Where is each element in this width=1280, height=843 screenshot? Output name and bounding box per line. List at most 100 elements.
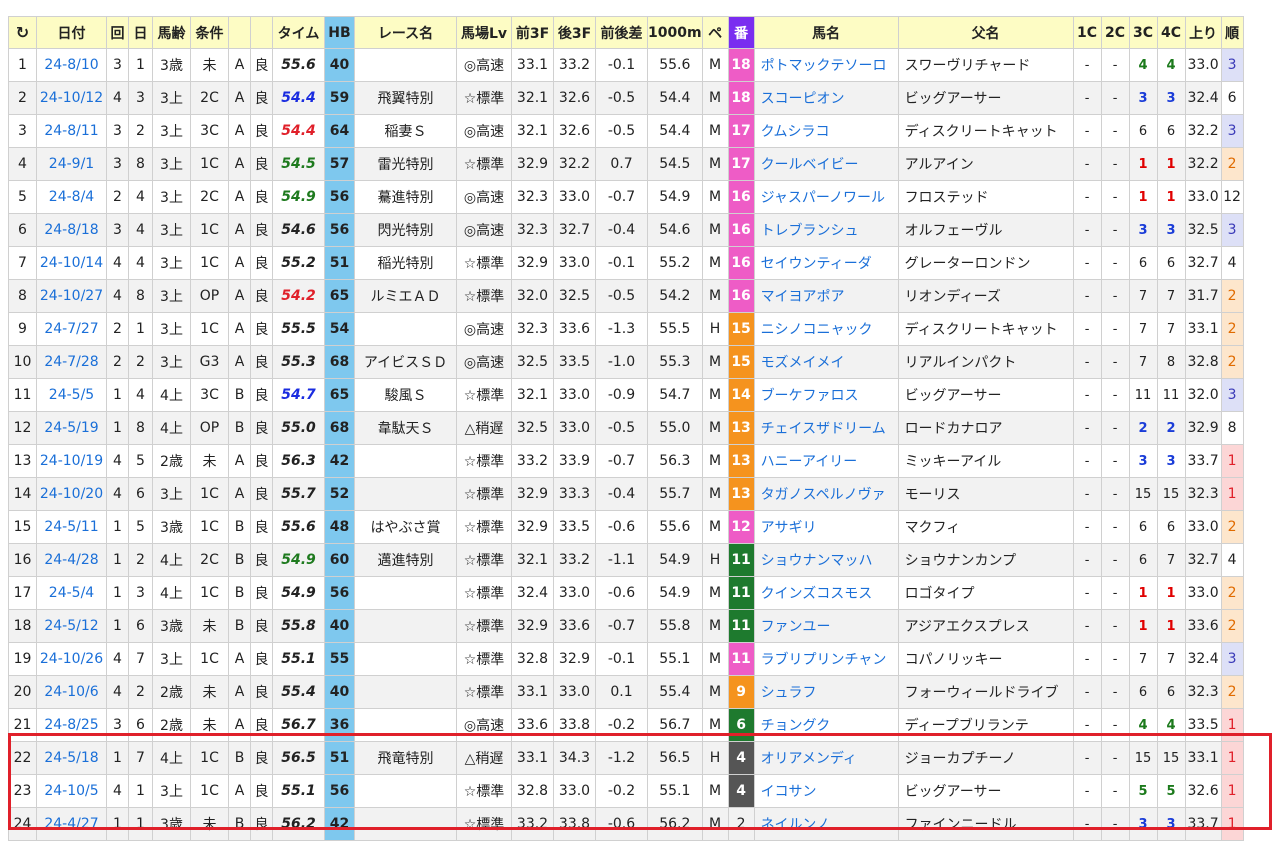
cell-horse-name-link[interactable]: トレブランシュ — [761, 223, 859, 239]
table-row[interactable]: 5 24-8/4 2 4 3上 2C A 良 54.9 56 驀進特別 ◎高速 32.3 33.0 -0.7… — [8, 180, 1244, 214]
cell-horse-name-link[interactable]: チョングク — [761, 718, 831, 734]
table-row[interactable]: 24 24-4/27 1 1 3歳未 B 良 56.2 42 ☆標準 33.2 33.8 -0.6 56.… — [8, 807, 1244, 841]
refresh-icon[interactable]: ↻ — [8, 16, 37, 49]
col-baba[interactable] — [250, 16, 273, 49]
table-row[interactable]: 11 24-5/5 1 4 4上 3C B 良 54.7 65 駿風Ｓ ☆標準 32.1 33.0 -0.9… — [8, 378, 1244, 412]
table-row[interactable]: 14 24-10/20 4 6 3上 1C A 良 55.7 52 ☆標準 32.9 33.3 -0.4 5… — [8, 477, 1244, 511]
table-row[interactable]: 16 24-4/28 1 2 4上 2C B 良 54.9 60 邁進特別 ☆標準 32.1 33.2 -1… — [8, 543, 1244, 577]
cell-date[interactable]: 24-4/27 — [36, 807, 107, 841]
col-1c[interactable]: 1C — [1072, 16, 1102, 49]
table-row[interactable]: 12 24-5/19 1 8 4上 OP B 良 55.0 68 韋駄天Ｓ △稍遅 32.5 33.0 -0… — [8, 411, 1244, 445]
cell-horse-name-link[interactable]: チェイスザドリーム — [761, 421, 886, 437]
cell-date-link[interactable]: 24-8/25 — [44, 717, 98, 733]
cell-horse-name[interactable]: シュラフ — [753, 675, 899, 709]
cell-date[interactable]: 24-4/28 — [36, 543, 107, 577]
cell-date-link[interactable]: 24-10/6 — [44, 684, 98, 700]
cell-date[interactable]: 24-10/5 — [36, 774, 107, 808]
cell-horse-name-link[interactable]: スコーピオン — [761, 91, 845, 107]
table-row[interactable]: 23 24-10/5 4 1 3上 1C A 良 55.1 56 ☆標準 32.8 33.0 -0.2 55… — [8, 774, 1244, 808]
cell-horse-name[interactable]: セイウンティーダ — [753, 246, 899, 280]
cell-date-link[interactable]: 24-8/10 — [44, 57, 98, 73]
col-age[interactable]: 馬齢 — [152, 16, 191, 49]
col-course[interactable] — [228, 16, 251, 49]
cell-horse-name[interactable]: ネイルンノ — [753, 807, 899, 841]
cell-horse-name-link[interactable]: クールベイビー — [761, 157, 859, 173]
cell-horse-name-link[interactable]: ハニーアイリー — [761, 454, 858, 470]
table-row[interactable]: 21 24-8/25 3 6 2歳未 A 良 56.7 36 ◎高速 33.6 33.8 -0.2 56.… — [8, 708, 1244, 742]
cell-horse-name[interactable]: ニシノコニャック — [753, 312, 899, 346]
cell-horse-name[interactable]: スコーピオン — [753, 81, 899, 115]
cell-horse-name-link[interactable]: ショウナンマッハ — [761, 553, 873, 569]
cell-horse-name-link[interactable]: ポトマックテソーロ — [761, 58, 887, 74]
cell-date[interactable]: 24-5/19 — [36, 411, 107, 445]
cell-date[interactable]: 24-10/20 — [36, 477, 107, 511]
cell-horse-name[interactable]: アサギリ — [753, 510, 899, 544]
cell-date[interactable]: 24-10/27 — [36, 279, 107, 313]
cell-date[interactable]: 24-8/4 — [36, 180, 107, 214]
table-row[interactable]: 17 24-5/4 1 3 4上 1C B 良 54.9 56 ☆標準 32.4 33.0 -0.6 54.… — [8, 576, 1244, 610]
cell-date[interactable]: 24-10/6 — [36, 675, 107, 709]
cell-horse-name-link[interactable]: セイウンティーダ — [761, 256, 872, 272]
col-date[interactable]: 日付 — [36, 16, 107, 49]
cell-horse-name[interactable]: オリアメンディ — [753, 741, 899, 775]
cell-horse-name-link[interactable]: マイヨアポア — [761, 289, 845, 305]
cell-date-link[interactable]: 24-7/27 — [44, 321, 98, 337]
cell-horse-name-link[interactable]: イコサン — [761, 784, 817, 800]
cell-date[interactable]: 24-8/25 — [36, 708, 107, 742]
cell-horse-name-link[interactable]: ネイルンノ — [761, 817, 830, 833]
cell-horse-name[interactable]: トレブランシュ — [753, 213, 899, 247]
table-row[interactable]: 3 24-8/11 3 2 3上 3C A 良 54.4 64 稲妻Ｓ ◎高速 32.1 32.6 -0.5… — [8, 114, 1244, 148]
cell-date[interactable]: 24-10/19 — [36, 444, 107, 478]
cell-horse-name-link[interactable]: オリアメンディ — [761, 751, 857, 767]
col-first-3f[interactable]: 前3F — [511, 16, 554, 49]
col-nichi[interactable]: 日 — [128, 16, 153, 49]
cell-horse-name[interactable]: ラブリプリンチャン — [753, 642, 899, 676]
table-row[interactable]: 10 24-7/28 2 2 3上 G3 A 良 55.3 68 アイビスＳＤ ◎高速 32.5 33.5… — [8, 345, 1244, 379]
cell-date-link[interactable]: 24-10/12 — [40, 90, 103, 106]
cell-date[interactable]: 24-5/5 — [36, 378, 107, 412]
cell-horse-name[interactable]: ファンユー — [753, 609, 899, 643]
cell-date-link[interactable]: 24-5/19 — [44, 420, 98, 436]
table-row[interactable]: 20 24-10/6 4 2 2歳未 A 良 55.4 40 ☆標準 33.1 33.0 0.1 55.4… — [8, 675, 1244, 709]
col-3c[interactable]: 3C — [1128, 16, 1158, 49]
table-row[interactable]: 8 24-10/27 4 8 3上 OP A 良 54.2 65 ルミエＡＤ ☆標準 32.0 32.5-… — [8, 279, 1244, 313]
cell-date-link[interactable]: 24-10/5 — [44, 783, 98, 799]
table-row[interactable]: 1 24-8/10 3 1 3歳未 A 良 55.6 40 ◎高速 33.1 33.2 -0.1 55.6… — [8, 48, 1244, 82]
cell-date[interactable]: 24-5/18 — [36, 741, 107, 775]
col-number[interactable]: 番 — [727, 16, 755, 49]
cell-date[interactable]: 24-9/1 — [36, 147, 107, 181]
cell-date[interactable]: 24-8/10 — [36, 48, 107, 82]
col-track-level[interactable]: 馬場Lv — [456, 16, 512, 49]
cell-horse-name[interactable]: ジャスパーノワール — [753, 180, 899, 214]
table-row[interactable]: 6 24-8/18 3 4 3上 1C A 良 54.6 56 閃光特別 ◎高速 32.3 32.7 -0.… — [8, 213, 1244, 247]
table-row[interactable]: 19 24-10/26 4 7 3上 1C A 良 55.1 55 ☆標準 32.8 32.9 -0.1 5… — [8, 642, 1244, 676]
col-pace[interactable]: ペ — [701, 16, 729, 49]
cell-date[interactable]: 24-5/4 — [36, 576, 107, 610]
cell-horse-name-link[interactable]: モズメイメイ — [761, 355, 845, 371]
cell-date-link[interactable]: 24-5/11 — [44, 519, 98, 535]
cell-date[interactable]: 24-8/18 — [36, 213, 107, 247]
cell-date-link[interactable]: 24-10/27 — [40, 288, 103, 304]
table-row[interactable]: 7 24-10/14 4 4 3上 1C A 良 55.2 51 稲光特別 ☆標準 32.9 33.0 -0… — [8, 246, 1244, 280]
cell-date[interactable]: 24-7/27 — [36, 312, 107, 346]
table-row[interactable]: 22 24-5/18 1 7 4上 1C B 良 56.5 51 飛竜特別 △稍遅 33.1 34.3 -1… — [8, 741, 1244, 775]
table-row[interactable]: 9 24-7/27 2 1 3上 1C A 良 55.5 54 ◎高速 32.3 33.6 -1.3 55.… — [8, 312, 1244, 346]
cell-date-link[interactable]: 24-10/14 — [40, 255, 103, 271]
col-finish[interactable]: 順 — [1220, 16, 1244, 49]
col-4c[interactable]: 4C — [1156, 16, 1186, 49]
cell-date[interactable]: 24-5/11 — [36, 510, 107, 544]
cell-horse-name-link[interactable]: クインズコスモス — [761, 586, 873, 602]
cell-date-link[interactable]: 24-8/11 — [44, 123, 98, 139]
col-time[interactable]: タイム — [272, 16, 325, 49]
cell-horse-name[interactable]: ブーケファロス — [753, 378, 899, 412]
cell-horse-name[interactable]: タガノスペルノヴァ — [753, 477, 899, 511]
col-last-3f[interactable]: 後3F — [553, 16, 596, 49]
col-kai[interactable]: 回 — [106, 16, 129, 49]
cell-date[interactable]: 24-10/12 — [36, 81, 107, 115]
table-row[interactable]: 13 24-10/19 4 5 2歳未 A 良 56.3 42 ☆標準 33.2 33.9 -0.7 56… — [8, 444, 1244, 478]
cell-date-link[interactable]: 24-4/28 — [44, 552, 98, 568]
col-diff[interactable]: 前後差 — [595, 16, 648, 49]
table-row[interactable]: 2 24-10/12 4 3 3上 2C A 良 54.4 59 飛翼特別 ☆標準 32.1 32.6 -0… — [8, 81, 1244, 115]
cell-date-link[interactable]: 24-10/20 — [40, 486, 103, 502]
cell-horse-name-link[interactable]: タガノスペルノヴァ — [761, 487, 886, 503]
